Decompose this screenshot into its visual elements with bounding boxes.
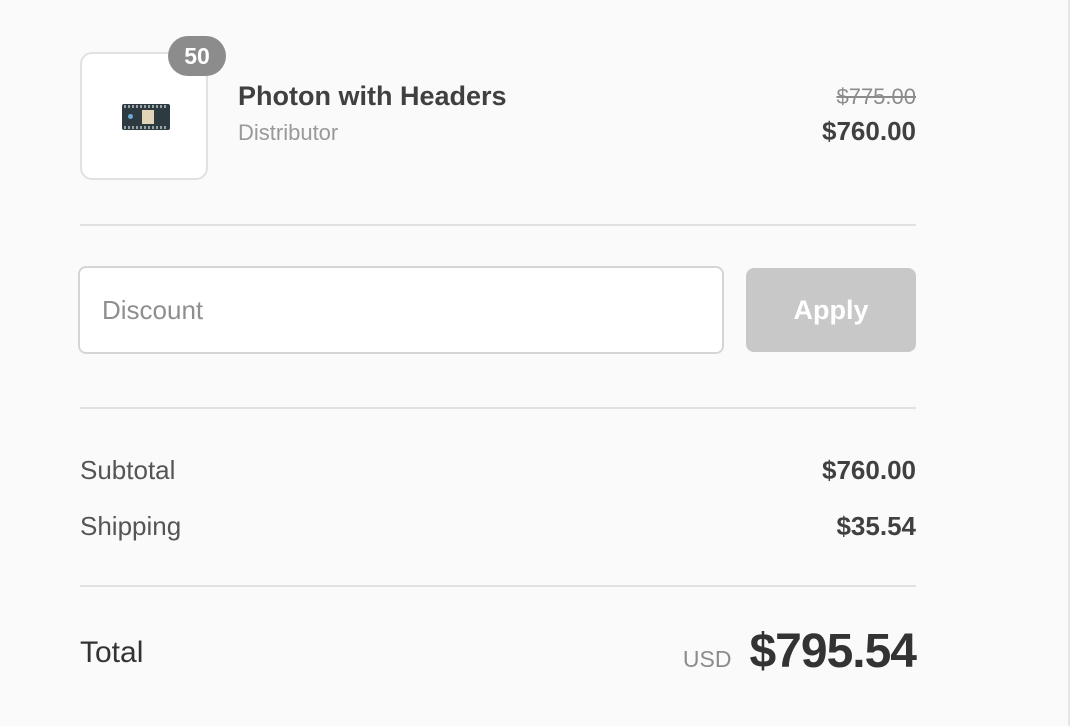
discount-code-input[interactable] [78, 266, 724, 354]
divider [80, 407, 916, 409]
product-thumbnail-wrapper: 50 [80, 36, 226, 180]
shipping-value: $35.54 [836, 511, 916, 541]
line-item: 50 Photon with Headers Distributor $775.… [80, 36, 916, 180]
divider [80, 224, 916, 226]
quantity-badge: 50 [168, 36, 226, 76]
total-label: Total [80, 636, 144, 669]
original-price: $775.00 [836, 84, 916, 109]
total-price: USD $795.54 [682, 624, 917, 684]
shipping-label: Shipping [80, 511, 182, 541]
order-summary: 50 Photon with Headers Distributor $775.… [78, 0, 917, 726]
subtotal-value: $760.00 [822, 455, 916, 485]
photon-board-icon [122, 104, 170, 130]
currency-code: USD [682, 646, 732, 672]
total-amount: $795.54 [749, 625, 917, 678]
product-name: Photon with Headers [238, 81, 507, 111]
discounted-price: $760.00 [822, 116, 916, 146]
subtotal-label: Subtotal [80, 455, 176, 485]
divider [80, 585, 916, 587]
apply-discount-button[interactable]: Apply [746, 268, 916, 352]
product-variant: Distributor [238, 120, 339, 145]
